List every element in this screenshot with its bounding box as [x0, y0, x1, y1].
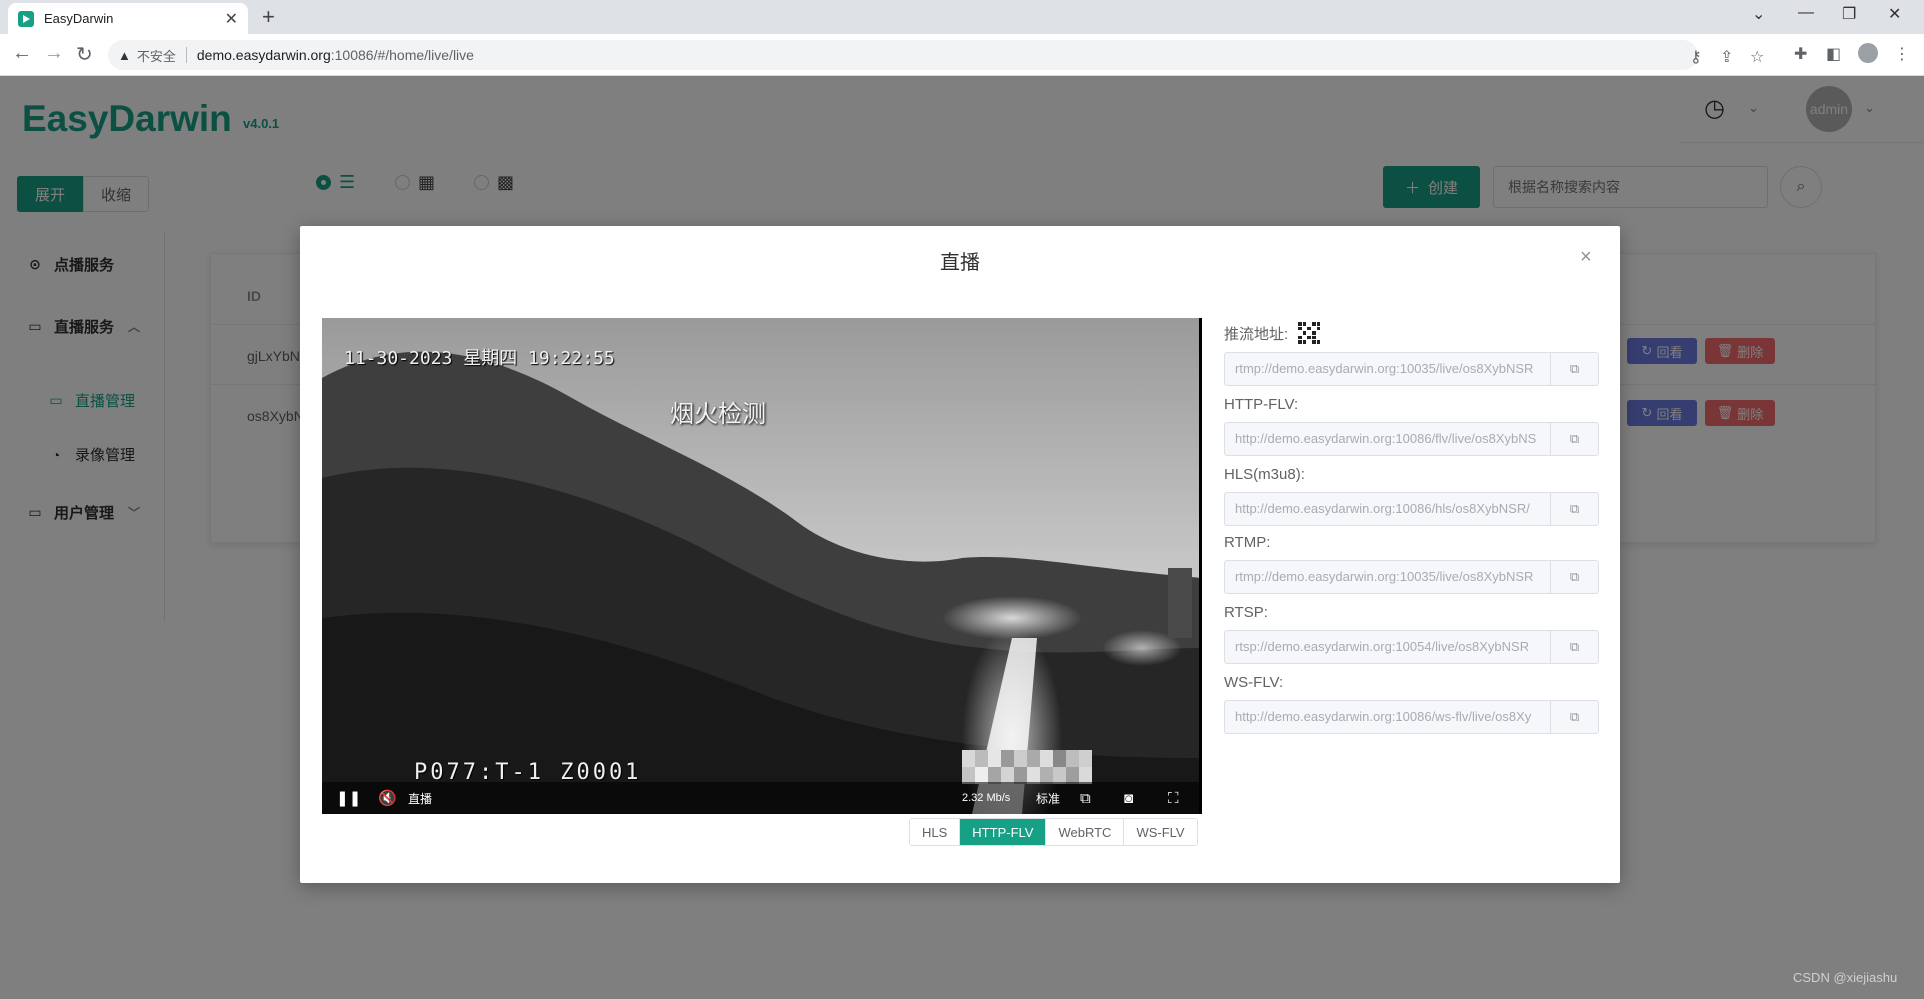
protocol-tabs: HLS HTTP-FLV WebRTC WS-FLV — [909, 818, 1198, 846]
browser-menu-icon[interactable]: ⋮ — [1894, 44, 1910, 64]
url-value[interactable]: rtmp://demo.easydarwin.org:10035/live/os… — [1225, 353, 1550, 385]
osd-label: 烟火检测 — [670, 401, 766, 428]
warning-icon[interactable]: ▲ — [118, 48, 131, 63]
copy-icon[interactable]: ⧉ — [1550, 493, 1598, 525]
url-label-text: 推流地址: — [1224, 325, 1289, 343]
minimize-icon[interactable]: — — [1798, 4, 1814, 22]
omnibox-divider — [185, 47, 187, 63]
live-dialog: 直播 × 11-30-2023 星期四 19:22:55 烟火检测 P077:T… — [300, 226, 1620, 883]
screenshot-camera-icon[interactable]: ◙ — [1124, 790, 1133, 807]
copy-icon[interactable]: ⧉ — [1550, 423, 1598, 455]
forward-icon[interactable]: → — [44, 42, 64, 65]
watermark: CSDN @xiejiashu — [1793, 970, 1898, 985]
close-icon[interactable]: × — [1580, 246, 1592, 269]
back-icon[interactable]: ← — [12, 42, 32, 65]
mosaic-blur — [962, 750, 1092, 784]
fullscreen-icon[interactable]: ⛶ — [1168, 790, 1179, 807]
quality-button[interactable]: 标准 — [1036, 790, 1060, 807]
url-value[interactable]: http://demo.easydarwin.org:10086/hls/os8… — [1225, 493, 1550, 525]
key-icon[interactable]: ⚷ — [1690, 47, 1702, 67]
record-icon[interactable]: ⧉ — [1080, 790, 1091, 807]
dialog-title: 直播 — [940, 252, 980, 274]
ws-flv-url-field[interactable]: http://demo.easydarwin.org:10086/ws-flv/… — [1224, 700, 1599, 734]
qrcode-icon[interactable] — [1298, 322, 1321, 344]
copy-icon[interactable]: ⧉ — [1550, 353, 1598, 385]
hls-url-field[interactable]: http://demo.easydarwin.org:10086/hls/os8… — [1224, 492, 1599, 526]
copy-icon[interactable]: ⧉ — [1550, 561, 1598, 593]
tab-ws-flv[interactable]: WS-FLV — [1124, 819, 1197, 845]
http-flv-label: HTTP-FLV: — [1224, 396, 1299, 413]
address-bar: ← → ↻ ▲ 不安全 demo.easydarwin.org:10086/#/… — [0, 34, 1924, 76]
profile-avatar-icon[interactable] — [1858, 43, 1878, 63]
http-flv-url-field[interactable]: http://demo.easydarwin.org:10086/flv/liv… — [1224, 422, 1599, 456]
window-close-icon[interactable]: ✕ — [1888, 4, 1901, 24]
reload-icon[interactable]: ↻ — [76, 42, 93, 67]
url-host: demo.easydarwin.org — [196, 47, 331, 63]
osd-timestamp: 11-30-2023 星期四 19:22:55 — [344, 348, 615, 369]
url-value[interactable]: rtsp://demo.easydarwin.org:10054/live/os… — [1225, 631, 1550, 663]
url-value[interactable]: http://demo.easydarwin.org:10086/flv/liv… — [1225, 423, 1550, 455]
player-controls: ❚❚ 🔇 直播 2.32 Mb/s 标准 ⧉ ◙ ⛶ — [322, 782, 1202, 814]
tab-hls[interactable]: HLS — [910, 819, 961, 845]
browser-tabbar: EasyDarwin ✕ + ⌄ — ❐ ✕ — [0, 0, 1924, 34]
copy-icon[interactable]: ⧉ — [1550, 631, 1598, 663]
tab-close-icon[interactable]: ✕ — [225, 9, 238, 29]
tab-title: EasyDarwin — [44, 11, 114, 26]
easydarwin-favicon-icon — [18, 10, 34, 27]
push-url-label: 推流地址: — [1224, 322, 1321, 344]
pause-icon[interactable]: ❚❚ — [336, 789, 361, 807]
tab-search-chevron-icon[interactable]: ⌄ — [1752, 4, 1765, 24]
url-value[interactable]: http://demo.easydarwin.org:10086/ws-flv/… — [1225, 701, 1550, 733]
side-panel-icon[interactable]: ◧ — [1826, 44, 1841, 64]
security-label[interactable]: 不安全 — [137, 46, 176, 65]
video-frame — [322, 318, 1202, 814]
extensions-icon[interactable]: ✚ — [1794, 44, 1807, 64]
url-value[interactable]: rtmp://demo.easydarwin.org:10035/live/os… — [1225, 561, 1550, 593]
browser-tab[interactable]: EasyDarwin ✕ — [8, 3, 248, 34]
tab-http-flv[interactable]: HTTP-FLV — [960, 819, 1047, 845]
url-path: :10086/#/home/live/live — [330, 47, 474, 63]
rtsp-url-field[interactable]: rtsp://demo.easydarwin.org:10054/live/os… — [1224, 630, 1599, 664]
rtmp-url-field[interactable]: rtmp://demo.easydarwin.org:10035/live/os… — [1224, 560, 1599, 594]
bitrate-label: 2.32 Mb/s — [962, 792, 1011, 804]
new-tab-button[interactable]: + — [262, 4, 275, 30]
bookmark-star-icon[interactable]: ☆ — [1750, 47, 1764, 67]
tab-webrtc[interactable]: WebRTC — [1046, 819, 1125, 845]
mute-icon[interactable]: 🔇 — [378, 789, 397, 807]
hls-label: HLS(m3u8): — [1224, 466, 1305, 483]
rtsp-label: RTSP: — [1224, 604, 1268, 621]
push-url-field[interactable]: rtmp://demo.easydarwin.org:10035/live/os… — [1224, 352, 1599, 386]
share-icon[interactable]: ⇪ — [1720, 47, 1733, 67]
copy-icon[interactable]: ⧉ — [1550, 701, 1598, 733]
restore-icon[interactable]: ❐ — [1842, 4, 1856, 24]
ws-flv-label: WS-FLV: — [1224, 674, 1284, 691]
rtmp-label: RTMP: — [1224, 534, 1271, 551]
live-label: 直播 — [408, 791, 433, 806]
video-player[interactable]: 11-30-2023 星期四 19:22:55 烟火检测 P077:T-1 Z0… — [322, 318, 1202, 814]
url-field[interactable]: ▲ 不安全 demo.easydarwin.org:10086/#/home/l… — [108, 40, 1764, 70]
